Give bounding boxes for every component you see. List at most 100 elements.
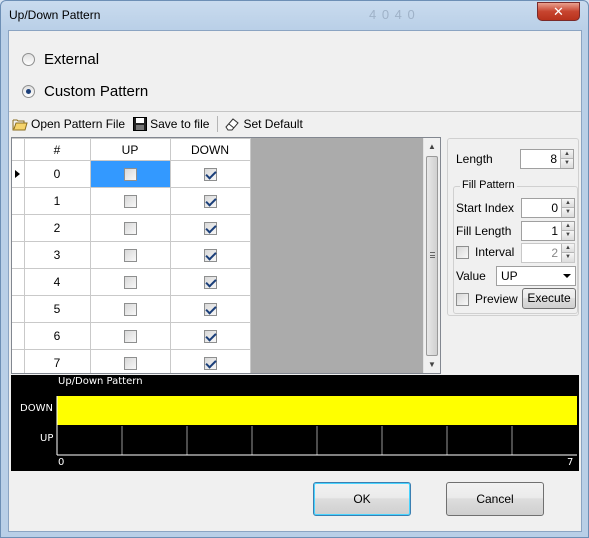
up-cell[interactable] — [89, 187, 171, 215]
down-cell[interactable] — [169, 214, 251, 242]
down-checkbox[interactable] — [203, 222, 217, 236]
up-checkbox[interactable] — [123, 303, 137, 317]
table-row[interactable]: 1 — [12, 187, 251, 215]
row-index-cell[interactable]: 7 — [23, 349, 91, 373]
interval-checkbox-row[interactable]: Interval — [456, 245, 514, 259]
up-checkbox[interactable] — [123, 222, 137, 236]
table-row[interactable]: 3 — [12, 241, 251, 269]
down-cell[interactable] — [169, 349, 251, 373]
save-to-file-button[interactable]: Save to file — [133, 117, 209, 131]
ok-button[interactable]: OK — [313, 482, 411, 516]
table-row[interactable]: 0 — [12, 160, 251, 188]
table-row[interactable]: 6 — [12, 322, 251, 350]
down-checkbox[interactable] — [203, 330, 217, 344]
current-row-arrow-icon — [15, 170, 21, 178]
value-select[interactable]: UP — [496, 266, 576, 286]
spin-up-icon[interactable]: ▲ — [561, 199, 574, 208]
start-index-spinner[interactable]: 0 ▲ ▼ — [521, 198, 575, 218]
up-cell[interactable] — [89, 268, 171, 296]
up-checkbox[interactable] — [123, 249, 137, 263]
column-header-index[interactable]: # — [23, 138, 91, 161]
spin-down-icon[interactable]: ▼ — [560, 159, 573, 168]
column-header-up[interactable]: UP — [89, 138, 171, 161]
up-cell[interactable] — [89, 214, 171, 242]
spin-up-icon[interactable]: ▲ — [561, 222, 574, 231]
spin-up-icon[interactable]: ▲ — [561, 244, 574, 253]
row-index-cell[interactable]: 2 — [23, 214, 91, 242]
row-selector[interactable] — [12, 214, 25, 242]
down-cell[interactable] — [169, 295, 251, 323]
start-index-spin-buttons[interactable]: ▲ ▼ — [561, 199, 574, 217]
length-spinner[interactable]: 8 ▲ ▼ — [520, 149, 574, 169]
spin-down-icon[interactable]: ▼ — [561, 253, 574, 262]
up-checkbox[interactable] — [123, 276, 137, 290]
pattern-segment-bar — [447, 396, 512, 425]
spin-up-icon[interactable]: ▲ — [560, 150, 573, 159]
down-checkbox[interactable] — [203, 195, 217, 209]
window-title: Up/Down Pattern — [9, 8, 101, 22]
table-row[interactable]: 7 — [12, 349, 251, 373]
table-row[interactable]: 2 — [12, 214, 251, 242]
scroll-thumb[interactable] — [426, 156, 438, 356]
execute-button[interactable]: Execute — [522, 288, 576, 309]
down-checkbox[interactable] — [203, 168, 217, 182]
radio-external[interactable]: External — [22, 49, 99, 69]
up-cell[interactable] — [89, 349, 171, 373]
close-button[interactable]: ✕ — [537, 2, 580, 21]
up-checkbox[interactable] — [123, 330, 137, 344]
title-bar[interactable]: Up/Down Pattern 4 0 4 0 ✕ — [1, 1, 588, 29]
down-cell[interactable] — [169, 241, 251, 269]
row-selector[interactable] — [12, 349, 25, 373]
down-checkbox[interactable] — [203, 276, 217, 290]
down-cell[interactable] — [169, 322, 251, 350]
up-cell[interactable] — [89, 241, 171, 269]
down-checkbox[interactable] — [203, 357, 217, 371]
interval-spinner[interactable]: 2 ▲ ▼ — [521, 243, 575, 263]
scroll-up-button[interactable]: ▲ — [424, 138, 440, 155]
up-cell[interactable] — [89, 160, 171, 188]
down-checkbox[interactable] — [203, 249, 217, 263]
row-index-cell[interactable]: 4 — [23, 268, 91, 296]
row-index-cell[interactable]: 3 — [23, 241, 91, 269]
up-checkbox[interactable] — [123, 195, 137, 209]
scroll-down-button[interactable]: ▼ — [424, 356, 440, 373]
row-selector[interactable] — [12, 160, 25, 188]
preview-checkbox-row[interactable]: Preview — [456, 292, 518, 306]
row-selector[interactable] — [12, 187, 25, 215]
up-cell[interactable] — [89, 295, 171, 323]
down-checkbox[interactable] — [203, 303, 217, 317]
down-cell[interactable] — [169, 160, 251, 188]
grid-vertical-scrollbar[interactable]: ▲ ▼ — [423, 138, 440, 373]
interval-spin-buttons[interactable]: ▲ ▼ — [561, 244, 574, 262]
pattern-grid[interactable]: # UP DOWN 01234567 ▲ ▼ — [11, 137, 441, 374]
cancel-button[interactable]: Cancel — [446, 482, 544, 516]
spin-down-icon[interactable]: ▼ — [561, 231, 574, 240]
row-index-cell[interactable]: 0 — [23, 160, 91, 188]
up-checkbox[interactable] — [123, 357, 137, 371]
row-selector[interactable] — [12, 295, 25, 323]
row-selector[interactable] — [12, 322, 25, 350]
interval-checkbox[interactable] — [456, 245, 469, 259]
down-cell[interactable] — [169, 268, 251, 296]
row-selector[interactable] — [12, 241, 25, 269]
row-selector[interactable] — [12, 268, 25, 296]
open-pattern-file-button[interactable]: Open Pattern File — [12, 117, 125, 131]
fill-length-spin-buttons[interactable]: ▲ ▼ — [561, 222, 574, 240]
table-row[interactable]: 4 — [12, 268, 251, 296]
set-default-button[interactable]: Set Default — [224, 117, 303, 131]
row-index-cell[interactable]: 6 — [23, 322, 91, 350]
spin-down-icon[interactable]: ▼ — [561, 208, 574, 217]
preview-checkbox[interactable] — [456, 292, 469, 306]
radio-custom-pattern[interactable]: Custom Pattern — [22, 81, 148, 101]
fill-length-spinner[interactable]: 1 ▲ ▼ — [521, 221, 575, 241]
radio-external-circle[interactable] — [22, 52, 35, 66]
column-header-down[interactable]: DOWN — [169, 138, 251, 161]
table-row[interactable]: 5 — [12, 295, 251, 323]
up-checkbox[interactable] — [123, 168, 137, 182]
row-index-cell[interactable]: 1 — [23, 187, 91, 215]
radio-custom-pattern-circle[interactable] — [22, 84, 35, 98]
down-cell[interactable] — [169, 187, 251, 215]
row-index-cell[interactable]: 5 — [23, 295, 91, 323]
up-cell[interactable] — [89, 322, 171, 350]
length-spin-buttons[interactable]: ▲ ▼ — [560, 150, 573, 168]
